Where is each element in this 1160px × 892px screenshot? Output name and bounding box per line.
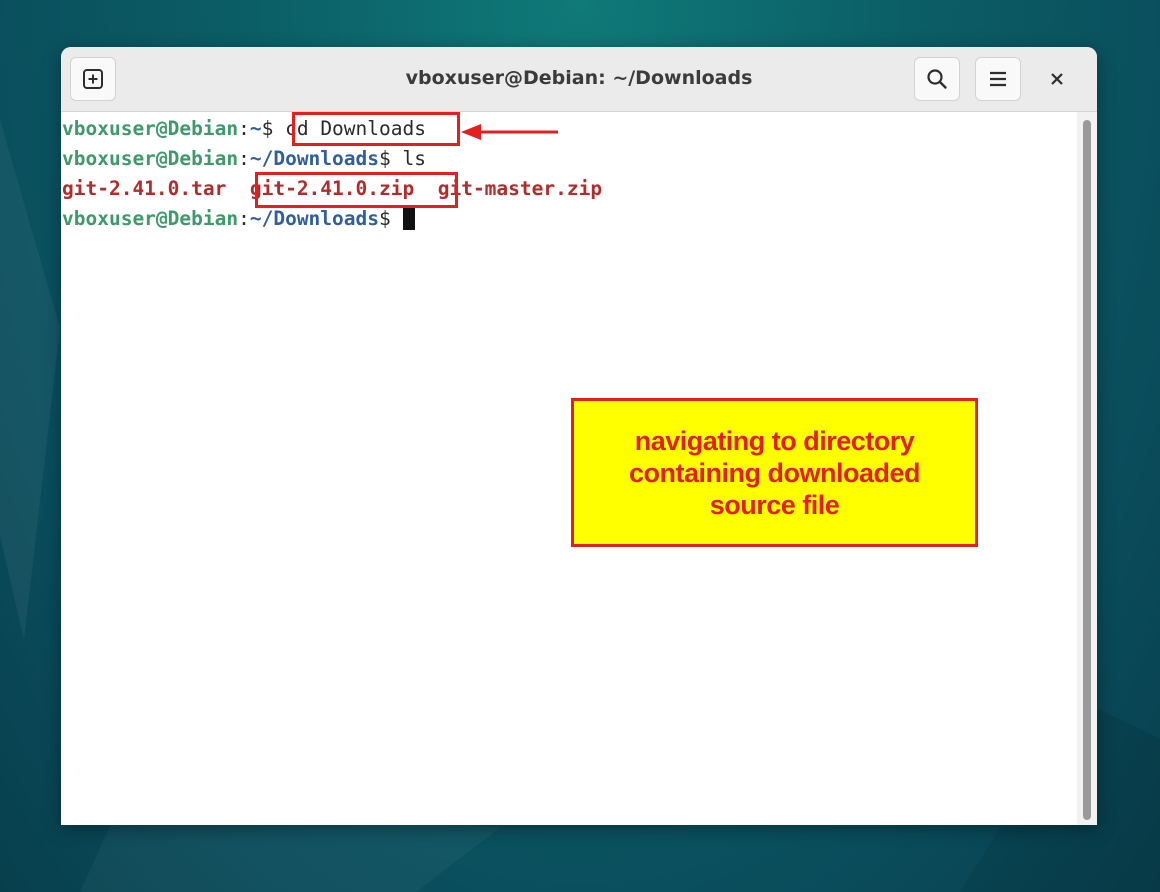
background-shape xyxy=(0,120,60,640)
file-entry: git-master.zip xyxy=(437,177,603,200)
prompt-path: ~/Downloads xyxy=(249,147,379,170)
file-entry: git-2.41.0.tar xyxy=(62,177,227,200)
annotation-callout-text: navigating to directory containing downl… xyxy=(629,425,920,520)
prompt-separator: : xyxy=(238,207,250,230)
text-cursor xyxy=(402,206,415,230)
scrollbar-thumb[interactable] xyxy=(1083,120,1091,820)
title-bar[interactable]: vboxuser@Debian: ~/Downloads xyxy=(61,47,1097,112)
prompt-dollar: $ xyxy=(261,117,274,140)
prompt-user: vboxuser@Debian xyxy=(62,147,239,170)
plus-box-icon xyxy=(83,69,103,89)
search-button[interactable] xyxy=(914,57,960,101)
annotation-arrow xyxy=(461,124,558,140)
prompt-separator: : xyxy=(238,147,250,170)
new-tab-button[interactable] xyxy=(70,57,116,101)
terminal-line: vboxuser@Debian:~/Downloads$ xyxy=(62,205,415,233)
prompt-path: ~ xyxy=(249,117,262,140)
scrollbar[interactable] xyxy=(1077,112,1097,825)
close-button[interactable] xyxy=(1043,65,1071,93)
search-icon xyxy=(927,69,947,89)
prompt-separator: : xyxy=(238,117,250,140)
annotation-callout: navigating to directory containing downl… xyxy=(571,398,978,547)
menu-button[interactable] xyxy=(975,57,1021,101)
prompt-path: ~/Downloads xyxy=(249,207,379,230)
window-title: vboxuser@Debian: ~/Downloads xyxy=(405,67,753,89)
prompt-dollar: $ xyxy=(379,147,391,170)
prompt-user: vboxuser@Debian xyxy=(62,207,239,230)
prompt-user: vboxuser@Debian xyxy=(62,117,239,140)
close-icon xyxy=(1051,73,1063,85)
highlight-box-zip-file xyxy=(255,172,458,208)
hamburger-menu-icon xyxy=(990,71,1006,87)
command-text: ls xyxy=(390,147,426,170)
prompt-dollar: $ xyxy=(379,207,391,230)
highlight-box-cd-command xyxy=(292,112,460,146)
command-text xyxy=(391,207,403,230)
terminal-line: vboxuser@Debian:~/Downloads$ ls xyxy=(62,145,426,173)
